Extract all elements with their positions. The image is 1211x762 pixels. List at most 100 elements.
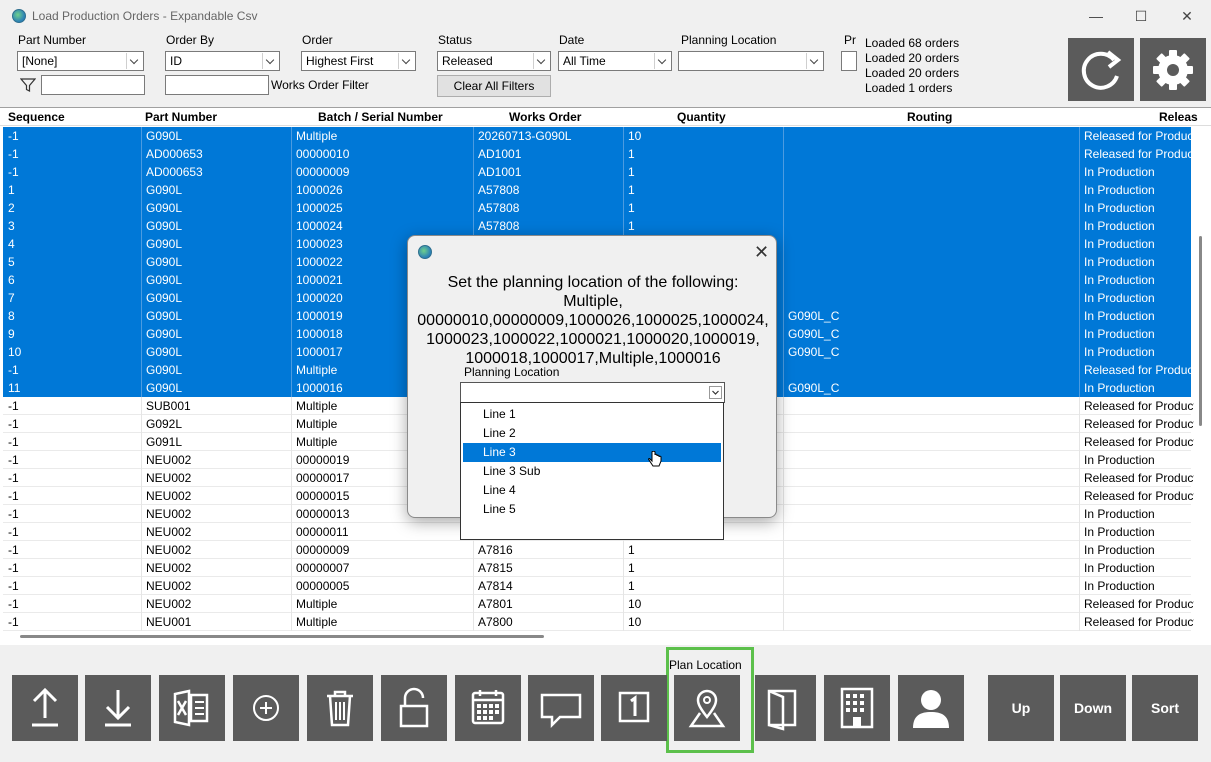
table-cell: G090L (146, 291, 183, 305)
table-cell (783, 255, 1079, 272)
loaded-count: Loaded 1 orders (865, 81, 953, 95)
table-cell: G090L_C (788, 381, 840, 395)
dropdown-option[interactable]: Line 3 Sub (463, 462, 721, 481)
table-cell: -1 (8, 561, 19, 575)
table-cell: Released for Product (1084, 399, 1194, 413)
table-cell: 6 (8, 273, 15, 287)
table-cell: A7801 (478, 597, 513, 611)
plan-location-button[interactable] (674, 675, 740, 741)
user-button[interactable] (898, 675, 964, 741)
table-cell: G090L (146, 363, 183, 377)
table-cell: G090L (146, 129, 183, 143)
minimize-button[interactable]: — (1073, 0, 1119, 32)
planning-location-combo[interactable] (678, 51, 824, 71)
table-cell: G090L (146, 381, 183, 395)
status-combo[interactable]: Released (437, 51, 551, 71)
up-button[interactable]: Up (988, 675, 1054, 741)
calendar-button[interactable] (455, 675, 521, 741)
table-cell: In Production (1084, 219, 1155, 233)
download-button[interactable] (85, 675, 151, 741)
dropdown-option[interactable]: Line 1 (463, 405, 721, 424)
table-cell: Released for Product (1084, 129, 1194, 143)
column-header[interactable]: Batch / Serial Number (318, 110, 443, 124)
table-cell: NEU002 (146, 471, 192, 485)
settings-button[interactable] (1140, 38, 1206, 101)
down-button[interactable]: Down (1060, 675, 1126, 741)
planning-location-dropdown[interactable]: Line 1 Line 2 Line 3 Line 3 Sub Line 4 Line 5 (460, 402, 724, 540)
set-quantity-button[interactable] (601, 675, 667, 741)
building-button[interactable] (824, 675, 890, 741)
add-button[interactable] (233, 675, 299, 741)
table-cell: G090L (146, 273, 183, 287)
table-cell: 00000009 (296, 165, 350, 179)
table-cell: NEU002 (146, 561, 192, 575)
table-cell: A7814 (478, 579, 513, 593)
table-row[interactable]: 1 G090L 1000026 A57808 1 In Production (3, 181, 1191, 199)
delete-button[interactable] (307, 675, 373, 741)
dropdown-option[interactable]: Line 5 (463, 500, 721, 519)
table-row[interactable]: 2 G090L 1000025 A57808 1 In Production (3, 199, 1191, 217)
table-row[interactable]: 3 G090L 1000024 A57808 1 In Production (3, 217, 1191, 235)
excel-export-button[interactable] (159, 675, 225, 741)
table-row[interactable]: -1 AD000653 00000009 AD1001 1 In Production (3, 163, 1191, 181)
column-header[interactable]: Part Number (145, 110, 217, 124)
order-by-label: Order By (166, 33, 215, 47)
filter-text-field[interactable] (41, 75, 145, 95)
table-cell: In Production (1084, 201, 1155, 215)
horizontal-scrollbar[interactable] (20, 635, 544, 638)
dropdown-option[interactable]: Line 3 (463, 443, 721, 462)
table-cell (783, 453, 1079, 470)
table-cell: NEU002 (146, 525, 192, 539)
dropdown-option[interactable]: Line 4 (463, 481, 721, 500)
table-cell (783, 597, 1079, 614)
door-button[interactable] (755, 675, 816, 741)
table-row[interactable]: -1 NEU002 Multiple A7801 10 Released for Prod… (3, 595, 1194, 614)
upload-button[interactable] (12, 675, 78, 741)
dialog-planning-location-combo[interactable] (460, 382, 725, 403)
table-cell: 20260713-G090L (478, 129, 572, 143)
chevron-down-icon (709, 386, 722, 399)
table-cell: NEU002 (146, 453, 192, 467)
part-number-combo[interactable]: [None] (17, 51, 144, 71)
door-icon (767, 689, 797, 731)
dropdown-option[interactable]: Line 2 (463, 424, 721, 443)
maximize-button[interactable]: ☐ (1118, 0, 1164, 32)
column-header[interactable]: Releas (1159, 110, 1198, 124)
table-cell: 3 (8, 219, 15, 233)
order-by-combo[interactable]: ID (165, 51, 280, 71)
comment-button[interactable] (528, 675, 594, 741)
column-header[interactable]: Routing (907, 110, 952, 124)
table-cell: -1 (8, 471, 19, 485)
column-header[interactable]: Quantity (677, 110, 726, 124)
close-button[interactable]: ✕ (1164, 0, 1210, 32)
table-cell: 1 (8, 183, 15, 197)
table-cell: 10 (628, 597, 642, 611)
table-row[interactable]: -1 AD000653 00000010 AD1001 1 Released for Pr… (3, 145, 1194, 163)
order-combo[interactable]: Highest First (301, 51, 416, 71)
clear-all-filters-button[interactable]: Clear All Filters (437, 75, 551, 97)
table-cell: NEU002 (146, 597, 192, 611)
column-header[interactable]: Works Order (509, 110, 581, 124)
date-combo[interactable]: All Time (558, 51, 672, 71)
vertical-scrollbar[interactable] (1199, 236, 1202, 426)
refresh-button[interactable] (1068, 38, 1134, 101)
table-cell: In Production (1084, 453, 1155, 467)
column-header[interactable]: Sequence (8, 110, 65, 124)
table-cell: G090L (146, 309, 183, 323)
sort-button[interactable]: Sort (1132, 675, 1198, 741)
table-row[interactable]: -1 NEU002 00000005 A7814 1 In Production (3, 577, 1191, 595)
table-cell: In Production (1084, 291, 1155, 305)
table-cell: G090L (146, 255, 183, 269)
table-row[interactable]: -1 G090L Multiple 20260713-G090L 10 Released … (3, 127, 1194, 145)
dialog-close-button[interactable]: ✕ (754, 242, 769, 263)
chevron-down-icon (262, 53, 278, 69)
table-row[interactable]: -1 NEU002 00000007 A7815 1 In Production (3, 559, 1191, 577)
works-order-filter-field[interactable] (165, 75, 269, 95)
pr-field[interactable] (841, 51, 857, 71)
table-cell: AD1001 (478, 165, 522, 179)
table-cell: 8 (8, 309, 15, 323)
table-row[interactable]: -1 NEU001 Multiple A7800 10 Released for Prod… (3, 613, 1194, 631)
table-row[interactable]: -1 NEU002 00000009 A7816 1 In Production (3, 541, 1191, 559)
date-value: All Time (563, 54, 606, 68)
unlock-button[interactable] (381, 675, 447, 741)
